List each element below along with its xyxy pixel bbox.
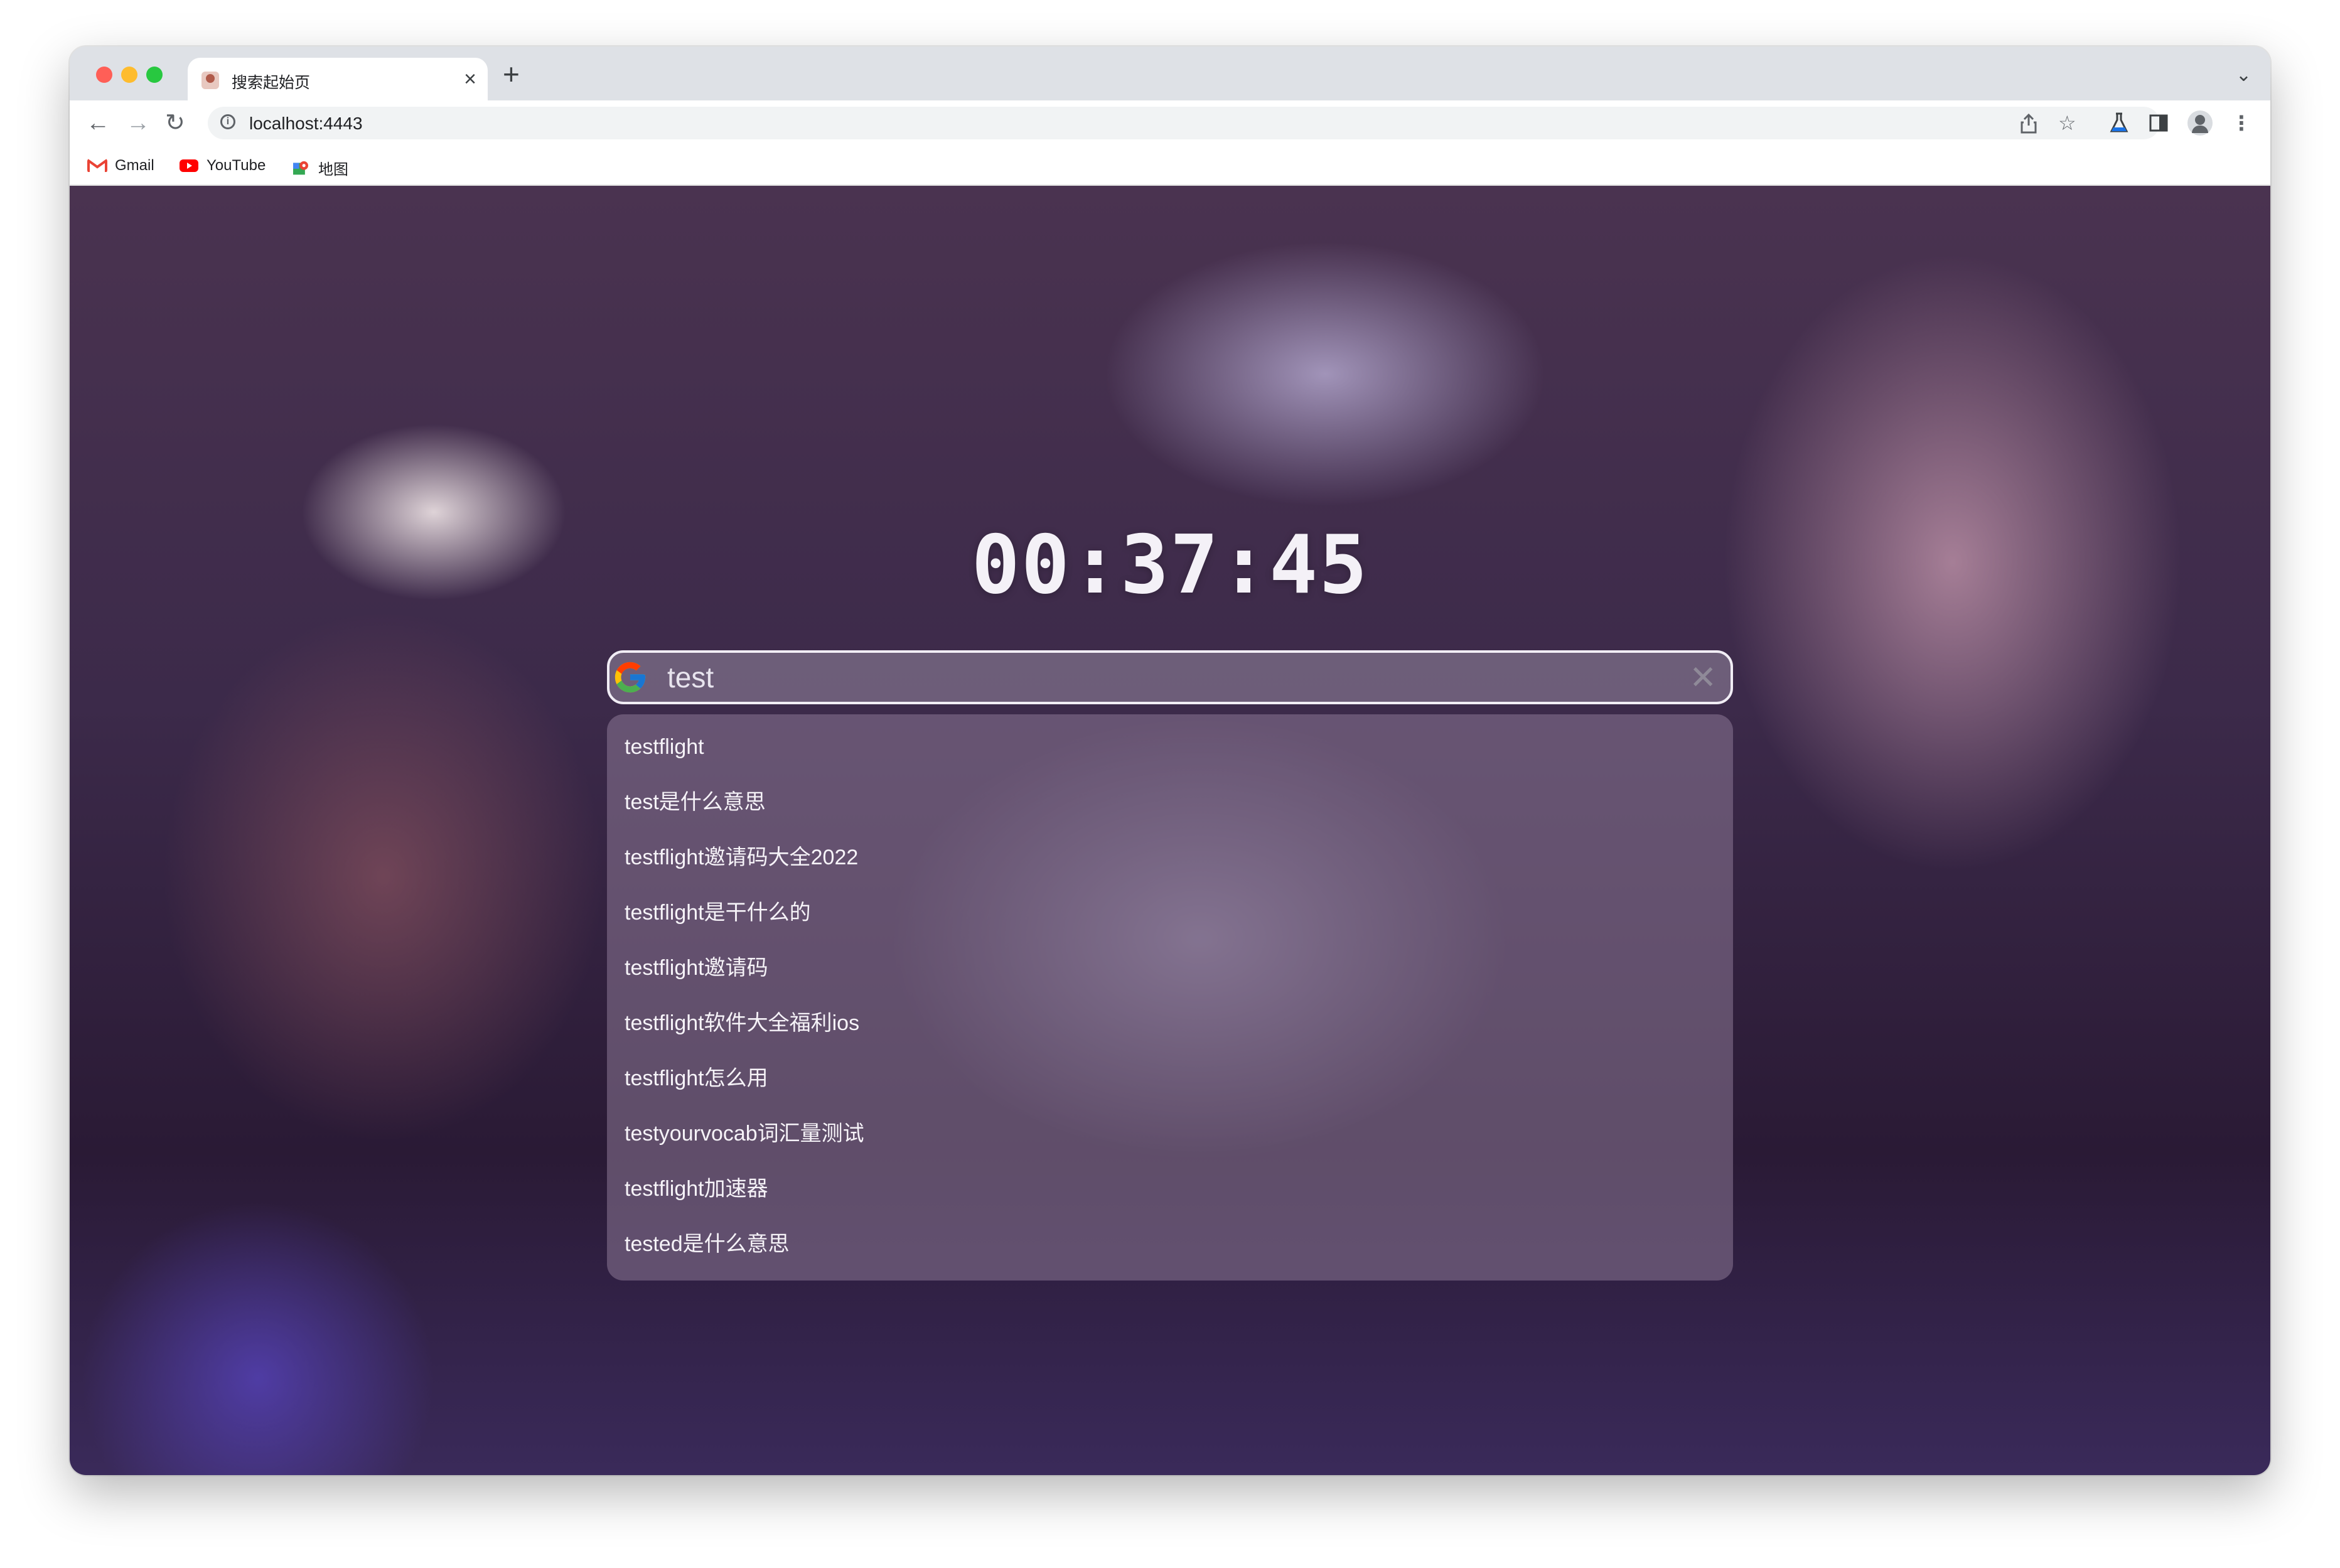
close-window-button[interactable] [96,67,112,83]
suggestion-item[interactable]: testflight怎么用 [625,1060,768,1097]
tab-active[interactable]: 搜索起始页 × [188,58,488,100]
toolbar: ← → ↻ i localhost:4443 ☆ ⋮ [70,100,2270,146]
suggestion-item[interactable]: testflight邀请码大全2022 [625,839,858,876]
bookmark-label: Gmail [115,157,154,174]
tab-search-chevron-icon[interactable]: ⌄ [2236,64,2251,86]
reload-icon[interactable]: ↻ [165,109,185,137]
gmail-icon [87,158,107,172]
start-page: 00:37:45 ✕ testflight test是什么意思 testflig… [70,186,2270,1475]
side-panel-icon[interactable] [2149,113,2169,133]
suggestion-item[interactable]: testflight [625,728,704,766]
suggestion-item[interactable]: test是什么意思 [625,783,766,821]
bookmark-youtube[interactable]: YouTube [179,157,266,175]
bookmark-maps[interactable]: 地图 [291,157,348,179]
suggestions-dropdown: testflight test是什么意思 testflight邀请码大全2022… [607,714,1733,1281]
profile-avatar-icon[interactable] [2187,110,2213,136]
search-input[interactable] [667,658,1659,697]
share-icon[interactable] [2019,113,2039,134]
youtube-icon [180,159,198,172]
address-bar[interactable]: i localhost:4443 [208,107,2160,139]
close-tab-icon[interactable]: × [464,67,476,92]
google-icon[interactable] [612,659,648,695]
bookmark-gmail[interactable]: Gmail [87,157,154,175]
search-bar[interactable]: ✕ [607,650,1733,704]
browser-window: 搜索起始页 × + ⌄ ← → ↻ i localhost:4443 ☆ ⋮ G… [70,46,2270,1475]
site-info-icon[interactable]: i [220,114,235,129]
bookmark-label: 地图 [318,161,348,178]
extension-flask-icon[interactable] [2108,112,2130,134]
clock: 00:37:45 [971,518,1369,612]
tab-title: 搜索起始页 [232,74,311,92]
suggestion-item[interactable]: testflight软件大全福利ios [625,1004,859,1042]
back-arrow-icon[interactable]: ← [86,109,110,137]
maps-icon [293,161,308,175]
bookmarks-bar: Gmail YouTube 地图 [70,146,2270,186]
clear-search-icon[interactable]: ✕ [1689,662,1717,694]
suggestion-item[interactable]: testyourvocab词汇量测试 [625,1115,864,1152]
maximize-window-button[interactable] [146,67,163,83]
url-text[interactable]: localhost:4443 [249,114,363,134]
bookmark-label: YouTube [207,157,266,174]
suggestion-item[interactable]: testflight邀请码 [625,949,768,987]
suggestion-item[interactable]: testflight是干什么的 [625,894,811,932]
forward-arrow-icon[interactable]: → [126,109,150,137]
tab-strip: 搜索起始页 × + ⌄ [70,46,2270,100]
new-tab-button[interactable]: + [503,60,520,89]
site-favicon-icon [201,72,219,89]
bookmark-star-icon[interactable]: ☆ [2058,112,2076,134]
suggestion-item[interactable]: tested是什么意思 [625,1225,790,1263]
minimize-window-button[interactable] [121,67,137,83]
suggestion-item[interactable]: testflight加速器 [625,1170,768,1208]
more-menu-icon[interactable]: ⋮ [2231,112,2251,134]
